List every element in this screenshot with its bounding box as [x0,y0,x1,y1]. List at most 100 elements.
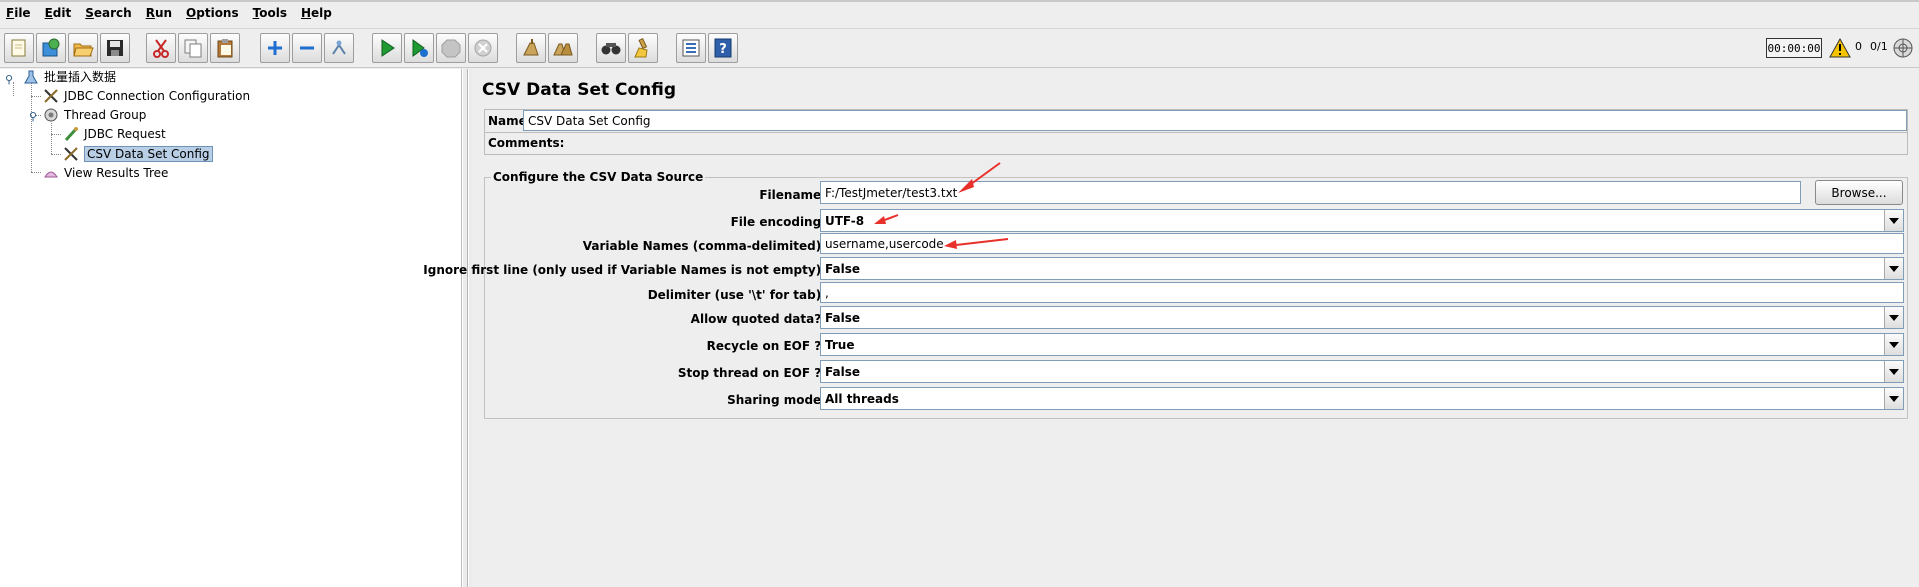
menu-search[interactable]: Search [85,6,131,20]
recycle-on-eof-select[interactable]: True [820,333,1904,356]
active-thread-count: 0/1 [1870,40,1888,53]
warning-icon[interactable] [1829,38,1851,58]
delimiter-label: Delimiter (use '\t' for tab): [647,288,826,302]
stop-icon [441,39,461,58]
error-count: 0 [1855,40,1862,53]
tree-item-csv-data-set-config[interactable]: CSV Data Set Config [61,144,213,163]
tree-item-thread-group[interactable]: Thread Group [41,105,146,124]
ignore-first-line-label: Ignore first line (only used if Variable… [423,263,826,277]
menu-options[interactable]: Options [186,6,239,20]
file-encoding-dropdown-button[interactable] [1884,210,1903,231]
clear-all-button[interactable] [548,33,578,63]
filename-label: Filename: [759,188,826,202]
chevron-down-icon [1889,314,1899,321]
shutdown-button[interactable] [468,33,498,63]
pane-splitter[interactable] [462,69,472,587]
tree-item-test-plan[interactable]: 批量插入数据 [21,67,116,86]
allow-quoted-data-select[interactable]: False [820,306,1904,329]
delimiter-field[interactable] [820,282,1904,303]
search-button[interactable] [596,33,626,63]
menu-tools-label: ools [259,6,287,20]
chevron-down-icon [1889,341,1899,348]
menu-file-label: ile [14,6,31,20]
copy-button[interactable] [178,33,208,63]
tree-item-thread-group-label: Thread Group [64,107,147,122]
sharing-mode-label: Sharing mode: [727,393,826,407]
collapse-button[interactable] [292,33,322,63]
tree-item-jdbc-request-label: JDBC Request [84,126,166,141]
menu-options-label: ptions [196,6,239,20]
recycle-on-eof-value: True [825,338,855,352]
listener-icon [41,164,61,182]
start-button[interactable] [372,33,402,63]
tree-item-test-plan-label: 批量插入数据 [44,70,117,84]
comments-row: Comments: [484,133,1908,155]
new-button[interactable] [4,33,34,63]
templates-icon [42,38,60,57]
annotation-arrow-encoding [874,214,899,224]
menu-edit[interactable]: Edit [45,6,72,20]
collapse-icon [300,46,314,50]
clear-button[interactable] [516,33,546,63]
toggle-button[interactable] [324,33,354,63]
menu-edit-mnemonic: E [44,6,53,20]
chevron-down-icon [1889,217,1899,224]
tree-item-jdbc-request[interactable]: JDBC Request [61,124,166,143]
save-button[interactable] [100,33,130,63]
function-helper-icon [682,39,700,57]
tree-connector [51,123,52,154]
sharing-mode-select[interactable]: All threads [820,387,1904,410]
function-helper-button[interactable] [676,33,706,63]
open-button[interactable] [68,33,98,63]
templates-button[interactable] [36,33,66,63]
file-encoding-label: File encoding: [730,215,826,229]
root-expand-toggle[interactable]: ⚲ [3,73,15,86]
menu-tools[interactable]: Tools [253,6,287,20]
ignore-first-line-dropdown-button[interactable] [1884,258,1903,279]
menu-options-mnemonic: O [186,6,197,20]
splitter-grip [467,69,469,587]
thread-group-expand-toggle[interactable]: ⚲ [27,110,39,123]
menu-file[interactable]: File [6,6,31,20]
clear-icon [523,39,539,56]
paste-icon [217,39,233,58]
expand-button[interactable] [260,33,290,63]
stop-thread-on-eof-dropdown-button[interactable] [1884,361,1903,382]
tree-item-view-results-tree[interactable]: View Results Tree [41,163,168,182]
csv-config-panel: CSV Data Set Config Name: Comments: Conf… [423,69,1919,587]
new-icon [11,39,26,57]
name-field[interactable] [523,110,1907,131]
stop-thread-on-eof-value: False [825,365,860,379]
menu-help-label: elp [311,6,332,20]
start-no-pauses-icon [412,39,428,57]
sharing-mode-dropdown-button[interactable] [1884,388,1903,409]
paste-button[interactable] [210,33,240,63]
start-no-pauses-button[interactable] [404,33,434,63]
shutdown-icon [474,39,492,57]
expand-icon [268,41,282,55]
config-element-icon [61,145,81,163]
menu-help-mnemonic: H [300,6,312,20]
clear-all-icon [553,43,573,56]
allow-quoted-data-dropdown-button[interactable] [1884,307,1903,328]
menu-run[interactable]: Run [146,6,172,20]
tree-connector [51,134,61,135]
menu-help[interactable]: Help [301,6,332,20]
svg-text:?: ? [719,42,727,57]
stop-thread-on-eof-select[interactable]: False [820,360,1904,383]
recycle-on-eof-dropdown-button[interactable] [1884,334,1903,355]
test-plan-icon [21,68,41,86]
browse-button[interactable]: Browse... [1815,180,1903,205]
reset-search-button[interactable] [628,33,658,63]
chevron-down-icon [1889,395,1899,402]
tree-item-jdbc-connection-config[interactable]: JDBC Connection Configuration [41,86,250,105]
title-edge [0,0,1919,2]
comments-field[interactable] [559,134,1907,155]
help-button[interactable]: ? [708,33,738,63]
stop-button[interactable] [436,33,466,63]
allow-quoted-data-label: Allow quoted data?: [690,312,826,326]
ignore-first-line-select[interactable]: False [820,257,1904,280]
file-encoding-select[interactable]: UTF-8 [820,209,1904,232]
save-icon [107,40,123,56]
cut-button[interactable] [146,33,176,63]
